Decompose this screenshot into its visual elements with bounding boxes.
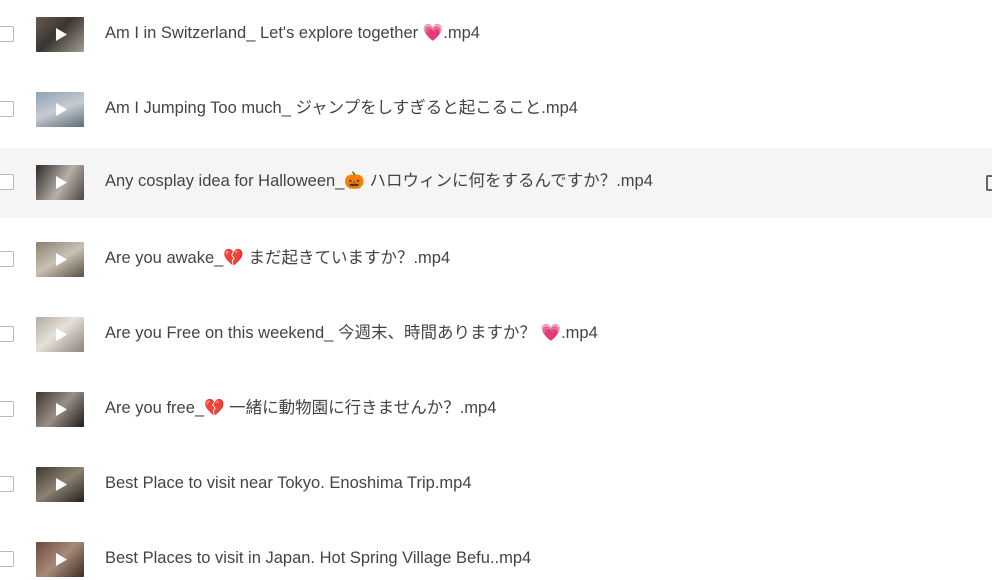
video-thumbnail[interactable] (36, 242, 84, 277)
file-list: Am I in Switzerland_ Let's explore toget… (0, 0, 992, 580)
file-name[interactable]: Any cosplay idea for Halloween_🎃 ハロウィンに何… (105, 170, 653, 192)
file-row[interactable]: Are you awake_💔 まだ起きていますか？.mp4 (0, 225, 992, 295)
video-thumbnail[interactable] (36, 542, 84, 577)
play-icon (56, 28, 67, 41)
row-checkbox[interactable] (0, 476, 14, 492)
video-thumbnail[interactable] (36, 467, 84, 502)
row-checkbox[interactable] (0, 101, 14, 117)
video-thumbnail[interactable] (36, 317, 84, 352)
file-row[interactable]: Are you Free on this weekend_ 今週末、時間あります… (0, 300, 992, 370)
play-icon (56, 253, 67, 266)
play-icon (56, 328, 67, 341)
play-icon (56, 103, 67, 116)
row-checkbox[interactable] (0, 251, 14, 267)
play-icon (56, 403, 67, 416)
video-thumbnail[interactable] (36, 392, 84, 427)
play-icon (56, 553, 67, 566)
file-row[interactable]: Are you free_💔 一緒に動物園に行きませんか？.mp4 (0, 375, 992, 445)
file-row[interactable]: Best Places to visit in Japan. Hot Sprin… (0, 525, 992, 580)
file-name[interactable]: Am I in Switzerland_ Let's explore toget… (105, 22, 480, 44)
row-menu-icon[interactable] (986, 175, 992, 191)
row-checkbox[interactable] (0, 401, 14, 417)
video-thumbnail[interactable] (36, 17, 84, 52)
file-name[interactable]: Are you free_💔 一緒に動物園に行きませんか？.mp4 (105, 397, 496, 419)
file-row[interactable]: Any cosplay idea for Halloween_🎃 ハロウィンに何… (0, 148, 992, 218)
file-row[interactable]: Am I Jumping Too much_ ジャンプをしすぎると起こること.m… (0, 75, 992, 145)
file-row[interactable]: Best Place to visit near Tokyo. Enoshima… (0, 450, 992, 520)
video-thumbnail[interactable] (36, 92, 84, 127)
file-name[interactable]: Am I Jumping Too much_ ジャンプをしすぎると起こること.m… (105, 97, 578, 119)
row-checkbox[interactable] (0, 551, 14, 567)
play-icon (56, 176, 67, 189)
row-checkbox[interactable] (0, 174, 14, 190)
file-name[interactable]: Are you awake_💔 まだ起きていますか？.mp4 (105, 247, 450, 269)
file-name[interactable]: Are you Free on this weekend_ 今週末、時間あります… (105, 322, 598, 344)
video-thumbnail[interactable] (36, 165, 84, 200)
file-name[interactable]: Best Places to visit in Japan. Hot Sprin… (105, 547, 531, 569)
row-checkbox[interactable] (0, 26, 14, 42)
play-icon (56, 478, 67, 491)
row-checkbox[interactable] (0, 326, 14, 342)
file-row[interactable]: Am I in Switzerland_ Let's explore toget… (0, 0, 992, 70)
file-name[interactable]: Best Place to visit near Tokyo. Enoshima… (105, 472, 472, 494)
